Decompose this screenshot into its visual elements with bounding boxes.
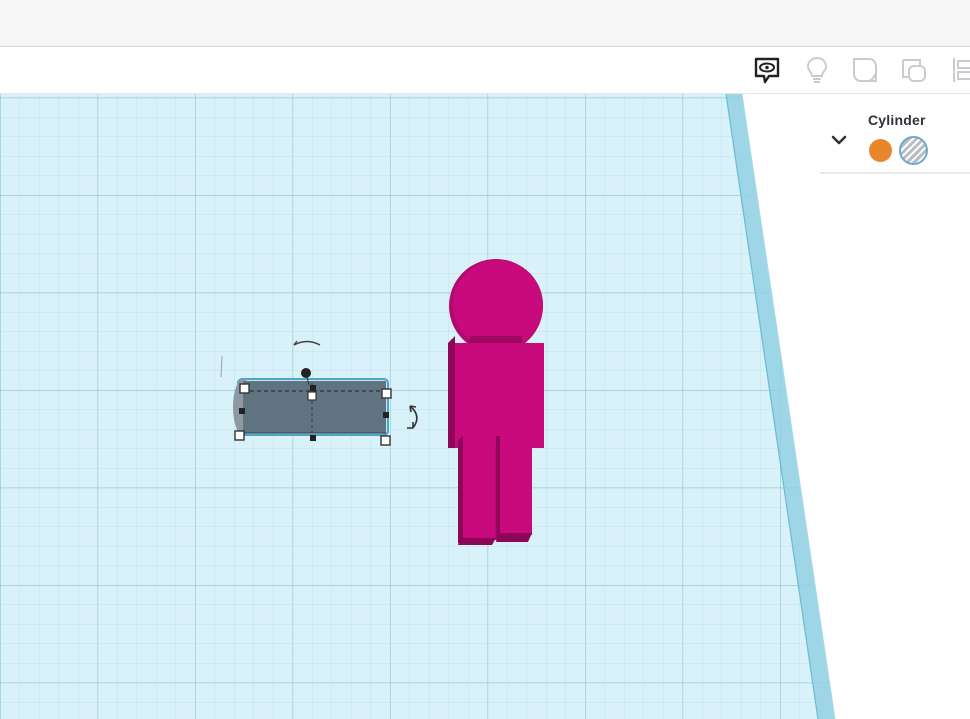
lightbulb-icon[interactable]	[801, 54, 833, 86]
person-figure[interactable]	[448, 259, 544, 545]
workplane[interactable]	[0, 94, 970, 719]
duplicate-group-icon[interactable]	[898, 54, 930, 86]
comment-eye-icon[interactable]	[751, 54, 783, 86]
note-icon[interactable]	[849, 54, 881, 86]
shape-name: Cylinder	[868, 112, 926, 128]
workplane-grid	[0, 94, 835, 719]
solid-color-swatch[interactable]	[869, 139, 892, 162]
top-bar	[0, 0, 970, 47]
shape-inspector-panel: Cylinder	[820, 106, 970, 174]
hole-swatch[interactable]	[899, 136, 928, 165]
collapse-chevron-icon[interactable]	[830, 133, 848, 147]
align-icon[interactable]	[948, 54, 970, 86]
